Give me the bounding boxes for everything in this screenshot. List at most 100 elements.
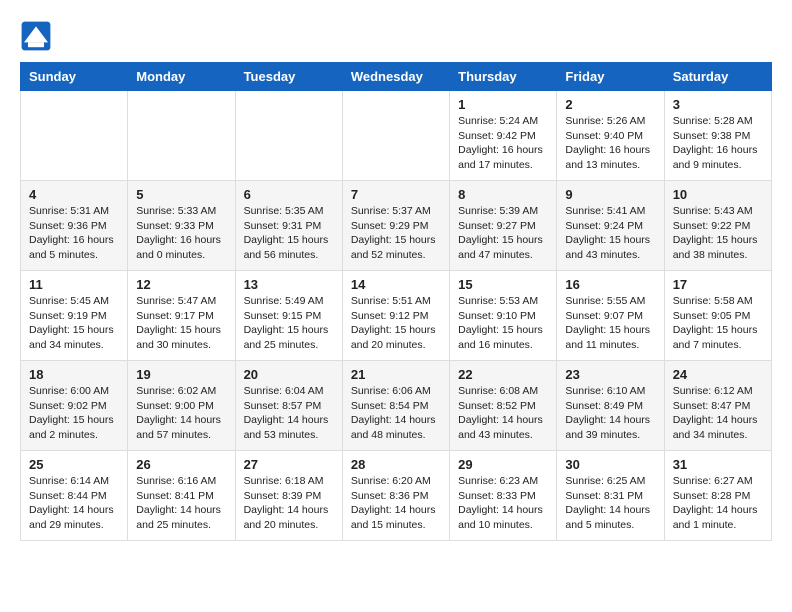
col-header-tuesday: Tuesday bbox=[235, 63, 342, 91]
logo bbox=[20, 20, 58, 52]
day-number: 25 bbox=[29, 457, 119, 472]
day-content: Sunrise: 6:04 AM Sunset: 8:57 PM Dayligh… bbox=[244, 384, 334, 443]
calendar-cell: 19 Sunrise: 6:02 AM Sunset: 9:00 PM Dayli… bbox=[128, 361, 235, 451]
day-content: Sunrise: 6:23 AM Sunset: 8:33 PM Dayligh… bbox=[458, 474, 548, 533]
day-number: 22 bbox=[458, 367, 548, 382]
day-number: 31 bbox=[673, 457, 763, 472]
day-number: 27 bbox=[244, 457, 334, 472]
day-number: 21 bbox=[351, 367, 441, 382]
col-header-wednesday: Wednesday bbox=[342, 63, 449, 91]
calendar-cell: 16Sunrise: 5:55 AM Sunset: 9:07 PM Dayli… bbox=[557, 271, 664, 361]
day-content: Sunrise: 5:24 AM Sunset: 9:42 PM Dayligh… bbox=[458, 114, 548, 173]
day-content: Sunrise: 6:10 AM Sunset: 8:49 PM Dayligh… bbox=[565, 384, 655, 443]
day-content: Sunrise: 5:49 AM Sunset: 9:15 PM Dayligh… bbox=[244, 294, 334, 353]
day-content: Sunrise: 6:16 AM Sunset: 8:41 PM Dayligh… bbox=[136, 474, 226, 533]
day-content: Sunrise: 6:27 AM Sunset: 8:28 PM Dayligh… bbox=[673, 474, 763, 533]
day-number: 18 bbox=[29, 367, 119, 382]
calendar-cell: 15 Sunrise: 5:53 AM Sunset: 9:10 PM Dayli… bbox=[450, 271, 557, 361]
calendar-cell: 18 Sunrise: 6:00 AM Sunset: 9:02 PM Dayli… bbox=[21, 361, 128, 451]
day-content: Sunrise: 6:20 AM Sunset: 8:36 PM Dayligh… bbox=[351, 474, 441, 533]
day-number: 15 bbox=[458, 277, 548, 292]
day-number: 12 bbox=[136, 277, 226, 292]
day-content: Sunrise: 5:31 AM Sunset: 9:36 PM Dayligh… bbox=[29, 204, 119, 263]
calendar-cell: 8 Sunrise: 5:39 AM Sunset: 9:27 PM Daylig… bbox=[450, 181, 557, 271]
day-content: Sunrise: 5:41 AM Sunset: 9:24 PM Dayligh… bbox=[565, 204, 655, 263]
calendar-cell: 24 Sunrise: 6:12 AM Sunset: 8:47 PM Dayli… bbox=[664, 361, 771, 451]
day-content: Sunrise: 6:02 AM Sunset: 9:00 PM Dayligh… bbox=[136, 384, 226, 443]
day-content: Sunrise: 5:53 AM Sunset: 9:10 PM Dayligh… bbox=[458, 294, 548, 353]
day-number: 29 bbox=[458, 457, 548, 472]
day-number: 17 bbox=[673, 277, 763, 292]
day-content: Sunrise: 5:26 AM Sunset: 9:40 PM Dayligh… bbox=[565, 114, 655, 173]
col-header-sunday: Sunday bbox=[21, 63, 128, 91]
calendar-cell bbox=[235, 91, 342, 181]
day-number: 30 bbox=[565, 457, 655, 472]
day-content: Sunrise: 6:25 AM Sunset: 8:31 PM Dayligh… bbox=[565, 474, 655, 533]
day-content: Sunrise: 5:43 AM Sunset: 9:22 PM Dayligh… bbox=[673, 204, 763, 263]
day-content: Sunrise: 5:39 AM Sunset: 9:27 PM Dayligh… bbox=[458, 204, 548, 263]
calendar-cell: 7 Sunrise: 5:37 AM Sunset: 9:29 PM Daylig… bbox=[342, 181, 449, 271]
calendar-cell: 9 Sunrise: 5:41 AM Sunset: 9:24 PM Daylig… bbox=[557, 181, 664, 271]
day-number: 2 bbox=[565, 97, 655, 112]
day-number: 8 bbox=[458, 187, 548, 202]
calendar-cell: 20Sunrise: 6:04 AM Sunset: 8:57 PM Dayli… bbox=[235, 361, 342, 451]
day-number: 26 bbox=[136, 457, 226, 472]
day-number: 14 bbox=[351, 277, 441, 292]
col-header-friday: Friday bbox=[557, 63, 664, 91]
calendar-cell: 6 Sunrise: 5:35 AM Sunset: 9:31 PM Daylig… bbox=[235, 181, 342, 271]
calendar-cell: 13 Sunrise: 5:49 AM Sunset: 9:15 PM Dayli… bbox=[235, 271, 342, 361]
calendar-cell: 30 Sunrise: 6:25 AM Sunset: 8:31 PM Dayli… bbox=[557, 451, 664, 541]
calendar-cell: 11 Sunrise: 5:45 AM Sunset: 9:19 PM Dayli… bbox=[21, 271, 128, 361]
day-number: 1 bbox=[458, 97, 548, 112]
day-number: 28 bbox=[351, 457, 441, 472]
calendar-cell: 3 Sunrise: 5:28 AM Sunset: 9:38 PM Daylig… bbox=[664, 91, 771, 181]
day-number: 7 bbox=[351, 187, 441, 202]
day-content: Sunrise: 5:28 AM Sunset: 9:38 PM Dayligh… bbox=[673, 114, 763, 173]
day-content: Sunrise: 5:35 AM Sunset: 9:31 PM Dayligh… bbox=[244, 204, 334, 263]
day-number: 19 bbox=[136, 367, 226, 382]
calendar-cell: 4Sunrise: 5:31 AM Sunset: 9:36 PM Daylig… bbox=[21, 181, 128, 271]
calendar-table: SundayMondayTuesdayWednesdayThursdayFrid… bbox=[20, 62, 772, 541]
calendar-cell: 17 Sunrise: 5:58 AM Sunset: 9:05 PM Dayli… bbox=[664, 271, 771, 361]
day-number: 5 bbox=[136, 187, 226, 202]
calendar-cell: 29 Sunrise: 6:23 AM Sunset: 8:33 PM Dayli… bbox=[450, 451, 557, 541]
calendar-cell: 27 Sunrise: 6:18 AM Sunset: 8:39 PM Dayli… bbox=[235, 451, 342, 541]
calendar-cell: 2 Sunrise: 5:26 AM Sunset: 9:40 PM Daylig… bbox=[557, 91, 664, 181]
day-number: 13 bbox=[244, 277, 334, 292]
calendar-cell: 25 Sunrise: 6:14 AM Sunset: 8:44 PM Dayli… bbox=[21, 451, 128, 541]
day-content: Sunrise: 6:12 AM Sunset: 8:47 PM Dayligh… bbox=[673, 384, 763, 443]
day-content: Sunrise: 5:55 AM Sunset: 9:07 PM Dayligh… bbox=[565, 294, 655, 353]
day-number: 10 bbox=[673, 187, 763, 202]
calendar-cell: 26 Sunrise: 6:16 AM Sunset: 8:41 PM Dayli… bbox=[128, 451, 235, 541]
logo-icon bbox=[20, 20, 52, 52]
col-header-monday: Monday bbox=[128, 63, 235, 91]
calendar-cell: 31 Sunrise: 6:27 AM Sunset: 8:28 PM Dayli… bbox=[664, 451, 771, 541]
calendar-cell: 23Sunrise: 6:10 AM Sunset: 8:49 PM Dayli… bbox=[557, 361, 664, 451]
day-content: Sunrise: 5:58 AM Sunset: 9:05 PM Dayligh… bbox=[673, 294, 763, 353]
calendar-cell: 12 Sunrise: 5:47 AM Sunset: 9:17 PM Dayli… bbox=[128, 271, 235, 361]
calendar-cell: 10 Sunrise: 5:43 AM Sunset: 9:22 PM Dayli… bbox=[664, 181, 771, 271]
calendar-cell: 21Sunrise: 6:06 AM Sunset: 8:54 PM Dayli… bbox=[342, 361, 449, 451]
calendar-cell: 1 Sunrise: 5:24 AM Sunset: 9:42 PM Daylig… bbox=[450, 91, 557, 181]
day-content: Sunrise: 6:14 AM Sunset: 8:44 PM Dayligh… bbox=[29, 474, 119, 533]
calendar-cell: 22 Sunrise: 6:08 AM Sunset: 8:52 PM Dayli… bbox=[450, 361, 557, 451]
day-number: 24 bbox=[673, 367, 763, 382]
calendar-cell bbox=[342, 91, 449, 181]
day-content: Sunrise: 5:33 AM Sunset: 9:33 PM Dayligh… bbox=[136, 204, 226, 263]
day-number: 11 bbox=[29, 277, 119, 292]
calendar-cell: 28 Sunrise: 6:20 AM Sunset: 8:36 PM Dayli… bbox=[342, 451, 449, 541]
day-number: 6 bbox=[244, 187, 334, 202]
calendar-cell: 14Sunrise: 5:51 AM Sunset: 9:12 PM Dayli… bbox=[342, 271, 449, 361]
day-content: Sunrise: 6:08 AM Sunset: 8:52 PM Dayligh… bbox=[458, 384, 548, 443]
calendar-cell bbox=[21, 91, 128, 181]
day-content: Sunrise: 5:45 AM Sunset: 9:19 PM Dayligh… bbox=[29, 294, 119, 353]
col-header-thursday: Thursday bbox=[450, 63, 557, 91]
day-content: Sunrise: 5:47 AM Sunset: 9:17 PM Dayligh… bbox=[136, 294, 226, 353]
col-header-saturday: Saturday bbox=[664, 63, 771, 91]
calendar-cell: 5 Sunrise: 5:33 AM Sunset: 9:33 PM Daylig… bbox=[128, 181, 235, 271]
day-number: 3 bbox=[673, 97, 763, 112]
day-content: Sunrise: 5:37 AM Sunset: 9:29 PM Dayligh… bbox=[351, 204, 441, 263]
day-number: 9 bbox=[565, 187, 655, 202]
day-content: Sunrise: 6:18 AM Sunset: 8:39 PM Dayligh… bbox=[244, 474, 334, 533]
day-content: Sunrise: 6:00 AM Sunset: 9:02 PM Dayligh… bbox=[29, 384, 119, 443]
